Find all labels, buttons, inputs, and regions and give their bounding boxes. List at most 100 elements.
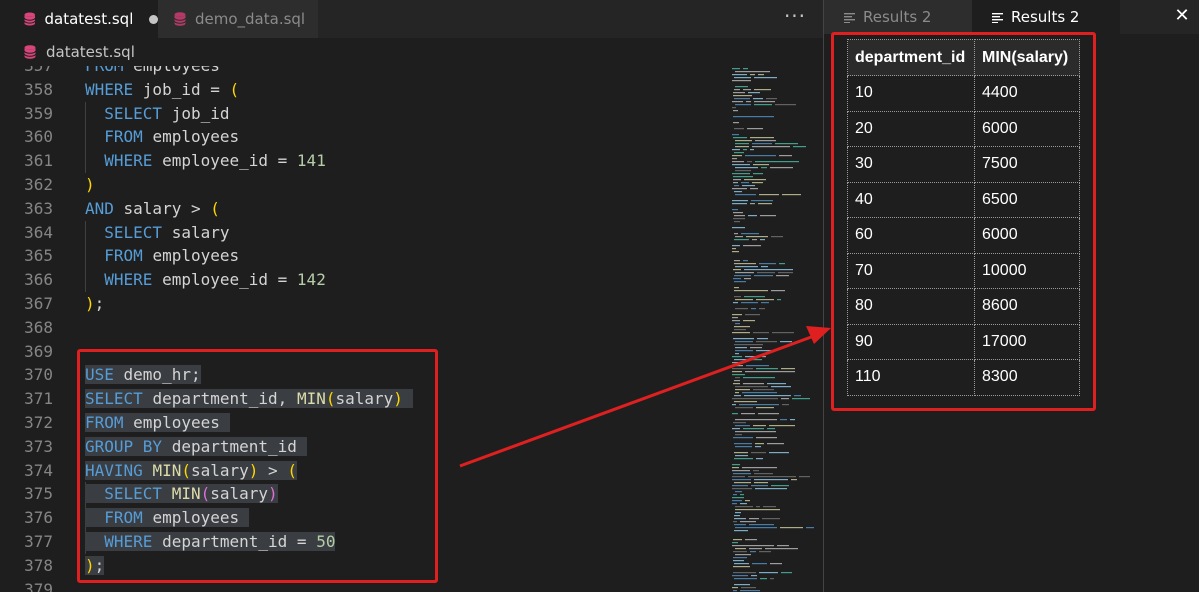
code-line[interactable]: 365 FROM employees <box>0 244 720 269</box>
minimap-line <box>753 332 769 334</box>
minimap-line <box>734 98 750 100</box>
minimap-line <box>732 485 748 487</box>
code-text: WHERE employee_id = 141 <box>85 149 326 173</box>
minimap-line <box>752 239 757 241</box>
database-icon <box>24 45 36 59</box>
minimap-line <box>732 362 741 364</box>
close-icon[interactable]: ✕ <box>1171 6 1193 28</box>
tab-results-2-inactive[interactable]: Results 2 <box>824 0 972 34</box>
code-line[interactable]: 360 FROM employees <box>0 125 720 150</box>
tab-demo-data-sql[interactable]: demo_data.sql <box>158 0 318 38</box>
minimap-line <box>735 527 777 529</box>
minimap-line <box>735 86 748 88</box>
line-number: 368 <box>24 317 53 337</box>
minimap-line <box>754 77 777 79</box>
code-line[interactable]: 364 SELECT salary <box>0 220 720 245</box>
minimap-line <box>734 401 757 403</box>
line-number: 360 <box>24 127 53 147</box>
minimap-line <box>756 368 778 370</box>
minimap-line <box>733 176 753 178</box>
line-number: 373 <box>24 436 53 456</box>
line-number: 369 <box>24 341 53 361</box>
code-token: WHERE <box>85 79 143 99</box>
line-number: 376 <box>24 508 53 528</box>
minimap-line <box>735 146 749 148</box>
minimap-line <box>735 491 742 493</box>
tab-datatest-sql[interactable]: datatest.sql <box>0 0 158 38</box>
minimap-line <box>752 146 790 148</box>
minimap-line <box>754 473 773 475</box>
annotation-box-query <box>77 349 438 583</box>
minimap-line <box>733 338 754 340</box>
minimap-line <box>732 203 747 205</box>
code-token: job_id <box>171 103 230 123</box>
minimap-line <box>750 203 755 205</box>
minimap-line <box>743 68 748 70</box>
minimap-line <box>745 155 776 157</box>
minimap-line <box>741 233 759 235</box>
minimap-line <box>750 137 774 139</box>
minimap-line <box>758 74 764 76</box>
code-line[interactable]: 367); <box>0 292 720 316</box>
minimap-line <box>753 389 774 391</box>
code-text: ) <box>85 173 95 197</box>
minimap-line <box>756 458 763 460</box>
database-icon <box>24 12 36 26</box>
minimap-line <box>794 395 801 397</box>
code-text: FROM employees <box>85 125 239 149</box>
code-line[interactable]: 358 WHERE job_id = ( <box>0 78 720 102</box>
minimap-line <box>735 419 777 421</box>
unsaved-dot-icon[interactable] <box>149 14 158 24</box>
minimap-line <box>735 455 748 457</box>
code-token: salary <box>171 222 230 242</box>
code-line[interactable]: 363 AND salary > ( <box>0 197 720 221</box>
minimap-line <box>742 392 777 394</box>
line-number: 363 <box>24 198 53 218</box>
minimap-line <box>781 398 789 400</box>
minimap-line <box>732 500 742 502</box>
line-number: 377 <box>24 532 53 551</box>
minimap-line <box>735 434 742 436</box>
minimap-line <box>735 272 754 274</box>
minimap-line <box>743 260 748 262</box>
minimap-line <box>749 548 762 550</box>
minimap-line <box>732 497 744 499</box>
minimap-line <box>761 302 769 304</box>
minimap-line <box>732 587 738 589</box>
code-line[interactable]: 357 FROM employees <box>0 66 720 78</box>
minimap-line <box>755 140 776 142</box>
minimap-line <box>732 332 750 334</box>
minimap-line <box>799 476 810 478</box>
minimap-line <box>744 395 791 397</box>
minimap-line <box>733 95 752 97</box>
minimap-line <box>732 251 739 253</box>
minimap-line <box>734 329 746 331</box>
minimap-line <box>732 173 750 175</box>
minimap-line <box>751 308 756 310</box>
code-token: employees <box>152 246 240 266</box>
minimap-line <box>732 545 774 547</box>
code-line[interactable]: 368 <box>0 316 720 340</box>
code-line[interactable]: 362) <box>0 173 720 197</box>
minimap-line <box>754 479 788 481</box>
minimap-line <box>762 518 780 520</box>
code-line[interactable]: 361 WHERE employee_id = 141 <box>0 149 720 173</box>
minimap-line <box>749 518 759 520</box>
more-actions-icon[interactable]: ··· <box>780 4 810 32</box>
minimap-line <box>744 269 793 271</box>
minimap-line <box>756 506 760 508</box>
breadcrumb[interactable]: datatest.sql <box>0 38 824 66</box>
tab-results-2-active[interactable]: Results 2 <box>972 0 1120 34</box>
code-token: WHERE <box>85 151 163 171</box>
minimap-line <box>745 371 795 373</box>
minimap-line <box>733 302 738 304</box>
code-line[interactable]: 366 WHERE employee_id = 142 <box>0 268 720 292</box>
minimap-line <box>735 266 758 268</box>
code-line[interactable]: 359 SELECT job_id <box>0 101 720 126</box>
minimap-line <box>733 557 747 559</box>
minimap-line <box>734 191 742 193</box>
minimap-line <box>732 371 742 373</box>
minimap-line <box>732 248 736 250</box>
line-number: 358 <box>24 79 53 99</box>
minimap[interactable] <box>728 66 818 592</box>
